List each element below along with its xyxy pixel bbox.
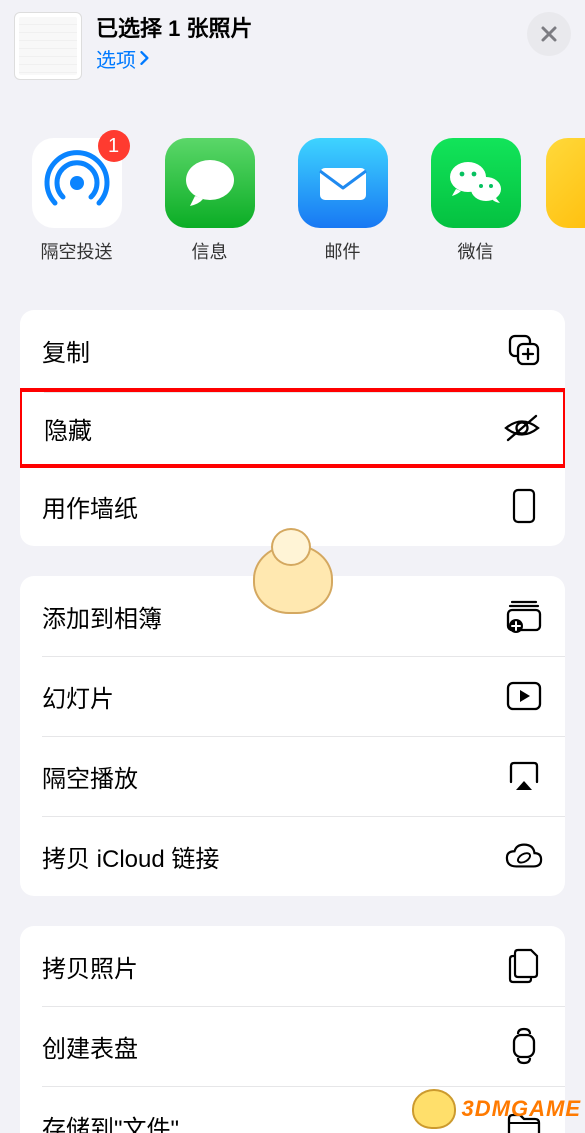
action-airplay[interactable]: 隔空播放	[20, 736, 565, 816]
airdrop-badge: 1	[98, 130, 130, 162]
app-partial-next[interactable]	[542, 138, 582, 264]
hide-icon	[503, 409, 541, 447]
action-icloud-link[interactable]: 拷贝 iCloud 链接	[20, 816, 565, 896]
copy-icon	[505, 331, 543, 369]
action-save-files[interactable]: 存储到"文件"	[20, 1086, 565, 1133]
share-sheet-header: 已选择 1 张照片 选项	[0, 0, 585, 98]
action-hide[interactable]: 隐藏	[20, 388, 565, 468]
action-watch-face[interactable]: 创建表盘	[20, 1006, 565, 1086]
wechat-icon	[444, 151, 508, 215]
app-label: 信息	[192, 238, 228, 264]
action-group-1: 复制 隐藏 用作墙纸	[20, 310, 565, 546]
selected-photo-thumbnail	[14, 12, 82, 80]
app-mail[interactable]: 邮件	[276, 138, 409, 264]
album-icon	[505, 597, 543, 635]
options-button[interactable]: 选项	[96, 44, 519, 73]
app-label: 邮件	[325, 238, 361, 264]
folder-icon	[505, 1107, 543, 1133]
app-airdrop[interactable]: 1 隔空投送	[10, 138, 143, 264]
header-title: 已选择 1 张照片	[96, 14, 519, 44]
action-add-album[interactable]: 添加到相簿	[20, 576, 565, 656]
action-slideshow[interactable]: 幻灯片	[20, 656, 565, 736]
close-button[interactable]	[527, 12, 571, 56]
action-copy[interactable]: 复制	[20, 310, 565, 390]
play-icon	[505, 677, 543, 715]
app-label: 隔空投送	[41, 238, 113, 264]
app-messages[interactable]: 信息	[143, 138, 276, 264]
close-icon	[539, 24, 559, 44]
cloud-link-icon	[505, 837, 543, 875]
watch-icon	[505, 1027, 543, 1065]
action-wallpaper[interactable]: 用作墙纸	[20, 466, 565, 546]
action-copy-photo[interactable]: 拷贝照片	[20, 926, 565, 1006]
duplicate-icon	[505, 947, 543, 985]
wallpaper-icon	[505, 487, 543, 525]
action-group-2: 添加到相簿 幻灯片 隔空播放 拷贝 iCloud 链接	[20, 576, 565, 896]
airdrop-icon	[44, 150, 110, 216]
chevron-right-icon	[138, 51, 152, 65]
action-group-3: 拷贝照片 创建表盘 存储到"文件"	[20, 926, 565, 1133]
app-wechat[interactable]: 微信	[409, 138, 542, 264]
mail-icon	[312, 152, 374, 214]
share-apps-row: 1 隔空投送 信息 邮件	[0, 98, 585, 280]
app-label: 微信	[458, 238, 494, 264]
messages-icon	[181, 154, 239, 212]
airplay-icon	[505, 757, 543, 795]
